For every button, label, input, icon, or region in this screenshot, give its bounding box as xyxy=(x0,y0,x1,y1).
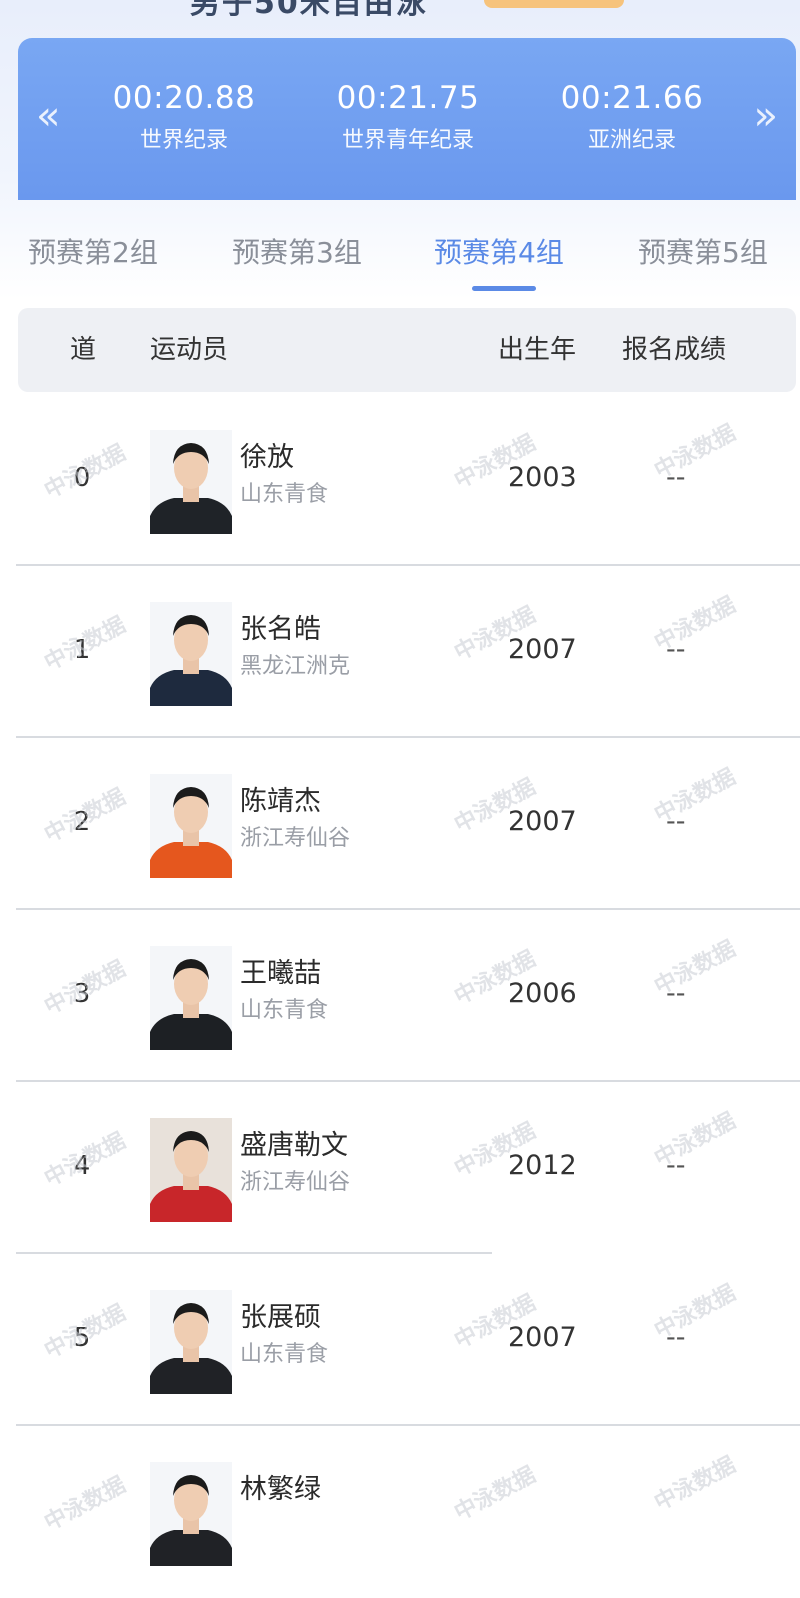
lane-number: 5 xyxy=(73,1323,91,1353)
birth-year: 2007 xyxy=(508,806,577,837)
heat-tabs: 预赛第2组 预赛第3组 预赛第4组 预赛第5组 xyxy=(0,228,800,294)
watermark: 中泳数据 xyxy=(650,1280,740,1344)
birth-year: 2007 xyxy=(508,634,577,665)
athlete-team: 山东青食 xyxy=(240,482,329,507)
tab-heat-2[interactable]: 预赛第2组 xyxy=(28,228,158,278)
tab-heat-4[interactable]: 预赛第4组 xyxy=(434,228,564,278)
column-header-birth-year: 出生年 xyxy=(498,335,577,365)
record-item: 00:20.88 世界纪录 xyxy=(84,78,284,156)
table-row[interactable]: 4 盛唐勒文 浙江寿仙谷 2012 -- 中泳数据 中泳数据 中泳数据 xyxy=(0,1082,800,1254)
athlete-name: 盛唐勒文 xyxy=(240,1130,348,1161)
athlete-name: 陈靖杰 xyxy=(240,786,321,817)
table-row[interactable]: 5 张展硕 山东青食 2007 -- 中泳数据 中泳数据 中泳数据 xyxy=(0,1254,800,1426)
birth-year: 2007 xyxy=(508,1322,577,1353)
chevron-right-icon[interactable]: » xyxy=(754,96,778,136)
tab-heat-3[interactable]: 预赛第3组 xyxy=(232,228,362,278)
tab-heat-5[interactable]: 预赛第5组 xyxy=(638,228,768,278)
entry-time: -- xyxy=(666,978,686,1009)
event-badge xyxy=(484,0,624,8)
table-header: 道 运动员 出生年 报名成绩 xyxy=(18,308,796,392)
watermark: 中泳数据 xyxy=(650,420,740,484)
records-carousel: « 00:20.88 世界纪录 00:21.75 世界青年纪录 00:21.66… xyxy=(18,38,796,200)
watermark: 中泳数据 xyxy=(650,764,740,828)
athlete-name: 张展硕 xyxy=(240,1302,321,1333)
record-item: 00:21.66 亚洲纪录 xyxy=(532,78,732,156)
column-header-athlete: 运动员 xyxy=(150,335,229,365)
active-tab-indicator xyxy=(472,286,536,291)
athlete-photo xyxy=(150,602,232,706)
athlete-name: 王曦喆 xyxy=(240,958,321,989)
chevron-left-icon[interactable]: « xyxy=(36,96,60,136)
athlete-photo xyxy=(150,774,232,878)
entry-time: -- xyxy=(666,462,686,493)
record-time: 00:21.66 xyxy=(560,80,704,116)
page-header: 男子50米自由泳 xyxy=(0,0,800,38)
lane-number: 3 xyxy=(73,979,91,1009)
entry-time: -- xyxy=(666,634,686,665)
athlete-team: 浙江寿仙谷 xyxy=(240,1170,351,1195)
watermark: 中泳数据 xyxy=(650,1452,740,1516)
athlete-photo xyxy=(150,1462,232,1566)
column-header-entry-time: 报名成绩 xyxy=(622,335,727,365)
table-row[interactable]: 1 张名皓 黑龙江洲克 2007 -- 中泳数据 中泳数据 中泳数据 xyxy=(0,566,800,738)
watermark: 中泳数据 xyxy=(650,1108,740,1172)
lane-number: 4 xyxy=(73,1151,91,1181)
birth-year: 2003 xyxy=(508,462,577,493)
athlete-photo xyxy=(150,946,232,1050)
athlete-photo xyxy=(150,430,232,534)
table-row[interactable]: 0 徐放 山东青食 2003 -- 中泳数据 中泳数据 中泳数据 xyxy=(0,394,800,566)
athlete-team: 山东青食 xyxy=(240,998,329,1023)
table-row[interactable]: 林繁绿 中泳数据 中泳数据 中泳数据 xyxy=(0,1426,800,1598)
watermark: 中泳数据 xyxy=(650,592,740,656)
table-row[interactable]: 2 陈靖杰 浙江寿仙谷 2007 -- 中泳数据 中泳数据 中泳数据 xyxy=(0,738,800,910)
column-header-lane: 道 xyxy=(70,335,97,365)
watermark: 中泳数据 xyxy=(450,1462,540,1526)
lane-number: 0 xyxy=(73,463,91,493)
athlete-team: 黑龙江洲克 xyxy=(240,654,351,679)
lane-number: 1 xyxy=(73,635,91,665)
record-label: 世界青年纪录 xyxy=(341,128,474,153)
athlete-name: 张名皓 xyxy=(240,614,321,645)
entry-time: -- xyxy=(666,1322,686,1353)
record-time: 00:21.75 xyxy=(336,80,480,116)
record-label: 亚洲纪录 xyxy=(587,128,676,153)
lane-number: 2 xyxy=(73,807,91,837)
entry-time: -- xyxy=(666,806,686,837)
athlete-team: 山东青食 xyxy=(240,1342,329,1367)
birth-year: 2006 xyxy=(508,978,577,1009)
event-title: 男子50米自由泳 xyxy=(190,0,428,21)
athlete-photo xyxy=(150,1290,232,1394)
table-row[interactable]: 3 王曦喆 山东青食 2006 -- 中泳数据 中泳数据 中泳数据 xyxy=(0,910,800,1082)
watermark: 中泳数据 xyxy=(40,1472,130,1536)
record-label: 世界纪录 xyxy=(139,128,228,153)
athlete-name: 林繁绿 xyxy=(240,1474,321,1505)
athlete-name: 徐放 xyxy=(240,442,294,473)
entry-time: -- xyxy=(666,1150,686,1181)
record-item: 00:21.75 世界青年纪录 xyxy=(308,78,508,156)
athlete-team: 浙江寿仙谷 xyxy=(240,826,351,851)
athlete-photo xyxy=(150,1118,232,1222)
birth-year: 2012 xyxy=(508,1150,577,1181)
record-time: 00:20.88 xyxy=(112,80,256,116)
watermark: 中泳数据 xyxy=(650,936,740,1000)
